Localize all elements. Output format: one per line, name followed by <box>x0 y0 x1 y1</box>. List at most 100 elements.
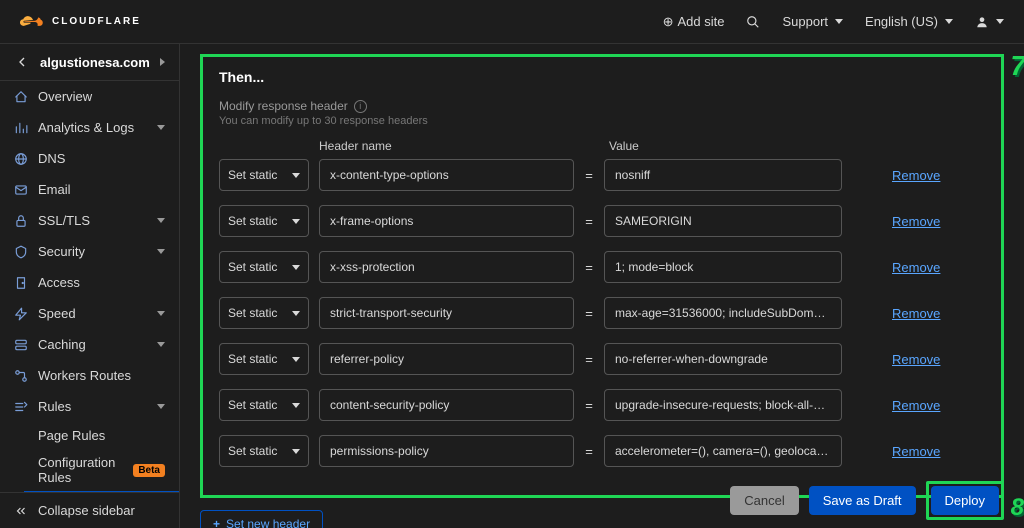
dropdown-label: Set static <box>228 398 277 412</box>
brand-logo[interactable]: CLOUDFLARE <box>20 13 141 31</box>
remove-link[interactable]: Remove <box>892 352 940 367</box>
header-row: Set static=Remove <box>219 389 985 421</box>
sidebar-item-overview[interactable]: Overview <box>0 81 179 112</box>
site-selector[interactable]: algustionesa.com <box>0 44 179 81</box>
rules-icon <box>14 400 28 414</box>
equals-label: = <box>574 444 604 459</box>
header-name-input[interactable] <box>319 435 574 467</box>
sidebar-item-label: SSL/TLS <box>38 213 147 228</box>
header-value-input[interactable] <box>604 343 842 375</box>
equals-label: = <box>574 168 604 183</box>
chevron-down-icon <box>157 404 165 409</box>
header-row: Set static = Remove <box>219 159 985 191</box>
header-row: Set static = Remove <box>219 435 985 467</box>
equals-label: = <box>574 352 604 367</box>
search-icon <box>746 15 760 29</box>
back-arrow-icon[interactable] <box>14 54 30 70</box>
sidebar-item-speed[interactable]: Speed <box>0 298 179 329</box>
action-dropdown[interactable]: Set static <box>219 159 309 191</box>
set-new-header-button[interactable]: + Set new header <box>200 510 323 528</box>
collapse-label: Collapse sidebar <box>38 503 135 518</box>
header-value-input[interactable] <box>604 389 842 421</box>
remove-link[interactable]: Remove <box>892 398 940 413</box>
language-dropdown[interactable]: English (US) <box>865 14 953 29</box>
deploy-button[interactable]: Deploy <box>931 486 999 515</box>
collapse-icon <box>14 504 28 518</box>
sidebar-item-access[interactable]: Access <box>0 267 179 298</box>
panel-subtitle: Modify response header <box>219 99 348 113</box>
sidebar-item-label: Security <box>38 244 147 259</box>
sidebar-item-security[interactable]: Security <box>0 236 179 267</box>
account-dropdown[interactable] <box>975 15 1004 29</box>
header-name-input[interactable] <box>319 389 574 421</box>
sidebar-item-label: Rules <box>38 399 147 414</box>
dropdown-label: Set static <box>228 214 277 228</box>
header-value-input[interactable] <box>604 297 842 329</box>
search-button[interactable] <box>746 15 760 29</box>
chevron-down-icon <box>157 249 165 254</box>
header-value-input[interactable] <box>604 159 842 191</box>
sidebar-item-email[interactable]: Email <box>0 174 179 205</box>
action-dropdown[interactable]: Set static <box>219 251 309 283</box>
sidebar-item-dns[interactable]: DNS <box>0 143 179 174</box>
remove-link[interactable]: Remove <box>892 260 940 275</box>
cloudflare-icon <box>20 13 46 31</box>
chevron-down-icon <box>292 311 300 316</box>
header-name-input[interactable] <box>319 205 574 237</box>
save-draft-button[interactable]: Save as Draft <box>809 486 916 515</box>
header-row: Set static = Remove <box>219 205 985 237</box>
support-label: Support <box>782 14 828 29</box>
chevron-down-icon <box>945 19 953 24</box>
header-row: Set static=Remove <box>219 297 985 329</box>
caret-right-icon <box>160 58 165 66</box>
action-dropdown[interactable]: Set static <box>219 297 309 329</box>
cancel-button[interactable]: Cancel <box>730 486 798 515</box>
route-icon <box>14 369 28 383</box>
header-value-input[interactable] <box>604 251 842 283</box>
action-dropdown[interactable]: Set static <box>219 205 309 237</box>
sidebar-item-label: Analytics & Logs <box>38 120 147 135</box>
collapse-sidebar-button[interactable]: Collapse sidebar <box>0 492 179 528</box>
sidebar-item-label: Access <box>38 275 165 290</box>
sidebar-subitem-configuration-rules[interactable]: Configuration Rules Beta <box>24 449 179 491</box>
sidebar-item-ssl-tls[interactable]: SSL/TLS <box>0 205 179 236</box>
dropdown-label: Set static <box>228 352 277 366</box>
header-name-input[interactable] <box>319 297 574 329</box>
site-name: algustionesa.com <box>40 55 150 70</box>
chevron-down-icon <box>835 19 843 24</box>
sidebar-item-workers-routes[interactable]: Workers Routes <box>0 360 179 391</box>
set-new-label: Set new header <box>226 517 310 528</box>
sidebar-item-label: Email <box>38 182 165 197</box>
sidebar-item-analytics-logs[interactable]: Analytics & Logs <box>0 112 179 143</box>
sidebar-subitem-label: Page Rules <box>38 428 105 443</box>
support-dropdown[interactable]: Support <box>782 14 843 29</box>
beta-badge: Beta <box>133 464 165 477</box>
add-site-button[interactable]: ⊕ Add site <box>663 14 725 30</box>
remove-link[interactable]: Remove <box>892 444 940 459</box>
panel-title: Then... <box>219 69 985 85</box>
plus-icon: + <box>213 517 220 528</box>
remove-link[interactable]: Remove <box>892 214 940 229</box>
sidebar-item-label: Workers Routes <box>38 368 165 383</box>
sidebar-item-caching[interactable]: Caching <box>0 329 179 360</box>
mail-icon <box>14 183 28 197</box>
header-name-input[interactable] <box>319 343 574 375</box>
equals-label: = <box>574 214 604 229</box>
home-icon <box>14 90 28 104</box>
info-icon[interactable]: i <box>354 100 367 113</box>
header-name-input[interactable] <box>319 251 574 283</box>
remove-link[interactable]: Remove <box>892 306 940 321</box>
annotation-step-8: 8 <box>1011 494 1024 522</box>
sidebar-item-label: Overview <box>38 89 165 104</box>
header-value-input[interactable] <box>604 205 842 237</box>
sidebar-item-rules[interactable]: Rules <box>0 391 179 422</box>
remove-link[interactable]: Remove <box>892 168 940 183</box>
sidebar-subitem-page-rules[interactable]: Page Rules <box>24 422 179 449</box>
dropdown-label: Set static <box>228 168 277 182</box>
equals-label: = <box>574 260 604 275</box>
header-value-input[interactable] <box>604 435 842 467</box>
action-dropdown[interactable]: Set static <box>219 343 309 375</box>
action-dropdown[interactable]: Set static <box>219 435 309 467</box>
action-dropdown[interactable]: Set static <box>219 389 309 421</box>
header-name-input[interactable] <box>319 159 574 191</box>
